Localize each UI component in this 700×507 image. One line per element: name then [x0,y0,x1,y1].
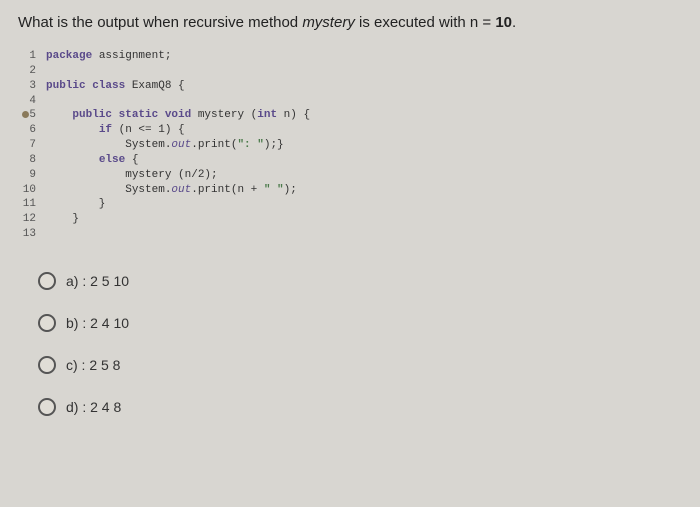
line-number: 5 [18,108,46,123]
question-text: What is the output when recursive method… [18,14,682,31]
option-label: c) : 2 5 8 [66,357,120,373]
code-content: System.out.print(n + " "); [46,183,297,198]
code-content: public class ExamQ8 { [46,79,185,94]
line-number: 2 [18,64,46,79]
code-content: } [46,212,79,227]
code-line: 5 public static void mystery (int n) { [18,108,682,123]
code-line: 8 else { [18,153,682,168]
code-line: 1package assignment; [18,49,682,64]
code-line: 9 mystery (n/2); [18,168,682,183]
line-number: 9 [18,168,46,183]
code-line: 6 if (n <= 1) { [18,123,682,138]
option-b[interactable]: b) : 2 4 10 [38,314,682,332]
code-content: mystery (n/2); [46,168,218,183]
code-content: if (n <= 1) { [46,123,185,138]
code-content: package assignment; [46,49,171,64]
option-c[interactable]: c) : 2 5 8 [38,356,682,374]
code-content: public static void mystery (int n) { [46,108,310,123]
code-line: 4 [18,94,682,109]
code-line: 11 } [18,197,682,212]
code-line: 13 [18,227,682,242]
line-number: 11 [18,197,46,212]
option-a[interactable]: a) : 2 5 10 [38,272,682,290]
code-line: 3public class ExamQ8 { [18,79,682,94]
radio-c[interactable] [38,356,56,374]
option-d[interactable]: d) : 2 4 8 [38,398,682,416]
question-method: mystery [302,14,355,31]
code-line: 10 System.out.print(n + " "); [18,183,682,198]
code-content: System.out.print(": ");} [46,138,284,153]
code-line: 2 [18,64,682,79]
options-list: a) : 2 5 10 b) : 2 4 10 c) : 2 5 8 d) : 2 4… [38,272,682,416]
line-number: 12 [18,212,46,227]
line-number: 7 [18,138,46,153]
option-label: d) : 2 4 8 [66,399,121,415]
radio-b[interactable] [38,314,56,332]
code-line: 7 System.out.print(": ");} [18,138,682,153]
code-content: else { [46,153,138,168]
line-number: 3 [18,79,46,94]
line-number: 13 [18,227,46,242]
option-label: b) : 2 4 10 [66,315,129,331]
radio-d[interactable] [38,398,56,416]
question-n: 10 [495,14,512,31]
line-number: 6 [18,123,46,138]
code-line: 12 } [18,212,682,227]
line-number: 4 [18,94,46,109]
line-number: 10 [18,183,46,198]
radio-a[interactable] [38,272,56,290]
option-label: a) : 2 5 10 [66,273,129,289]
question-middle: is executed with n = [355,14,496,31]
question-prefix: What is the output when recursive method [18,14,302,31]
code-content: } [46,197,105,212]
line-number: 1 [18,49,46,64]
line-number: 8 [18,153,46,168]
question-suffix: . [512,14,516,31]
code-block: 1package assignment;23public class ExamQ… [18,49,682,242]
